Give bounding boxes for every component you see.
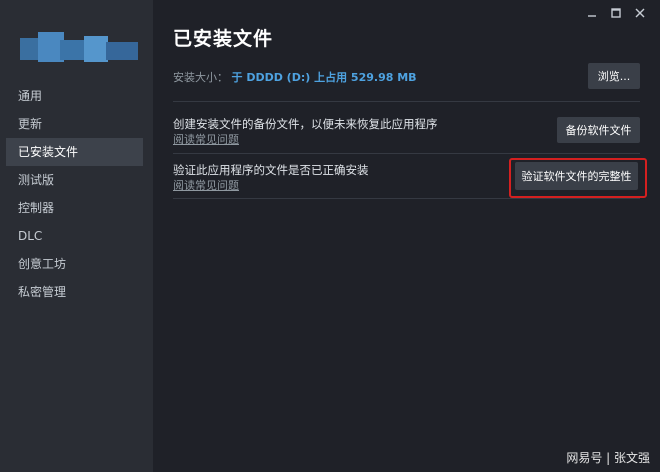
install-size-value: 于 DDDD (D:) 上占用 529.98 MB — [231, 71, 417, 84]
sidebar-item-updates[interactable]: 更新 — [6, 110, 143, 138]
browse-button[interactable]: 浏览... — [588, 63, 640, 89]
sidebar-item-controller[interactable]: 控制器 — [6, 194, 143, 222]
backup-files-button[interactable]: 备份软件文件 — [557, 117, 640, 143]
divider — [173, 153, 640, 154]
window-controls — [580, 4, 652, 22]
maximize-icon[interactable] — [604, 4, 628, 22]
sidebar: 通用 更新 已安装文件 测试版 控制器 DLC 创意工坊 私密管理 — [0, 0, 153, 472]
sidebar-item-installed-files[interactable]: 已安装文件 — [6, 138, 143, 166]
sidebar-item-general[interactable]: 通用 — [6, 82, 143, 110]
minimize-icon[interactable] — [580, 4, 604, 22]
verify-faq-link[interactable]: 阅读常见问题 — [173, 177, 239, 193]
install-size-row: 安装大小： 于 DDDD (D:) 上占用 529.98 MB — [173, 69, 417, 85]
verify-description: 验证此应用程序的文件是否已正确安装 — [173, 163, 369, 177]
sidebar-nav: 通用 更新 已安装文件 测试版 控制器 DLC 创意工坊 私密管理 — [6, 82, 143, 306]
blurred-app-logo — [20, 32, 140, 66]
sidebar-item-privacy[interactable]: 私密管理 — [6, 278, 143, 306]
divider — [173, 198, 640, 199]
main-panel: 已安装文件 安装大小： 于 DDDD (D:) 上占用 529.98 MB 浏览… — [153, 0, 660, 472]
highlight-box — [509, 158, 647, 198]
page-title: 已安装文件 — [173, 28, 274, 50]
close-icon[interactable] — [628, 4, 652, 22]
sidebar-item-dlc[interactable]: DLC — [6, 222, 143, 250]
sidebar-item-betas[interactable]: 测试版 — [6, 166, 143, 194]
backup-description: 创建安装文件的备份文件，以便未来恢复此应用程序 — [173, 117, 438, 131]
sidebar-item-workshop[interactable]: 创意工坊 — [6, 250, 143, 278]
watermark: 网易号 | 张文强 — [566, 451, 650, 465]
install-size-label: 安装大小： — [173, 71, 228, 84]
backup-faq-link[interactable]: 阅读常见问题 — [173, 131, 239, 147]
divider — [173, 101, 640, 102]
